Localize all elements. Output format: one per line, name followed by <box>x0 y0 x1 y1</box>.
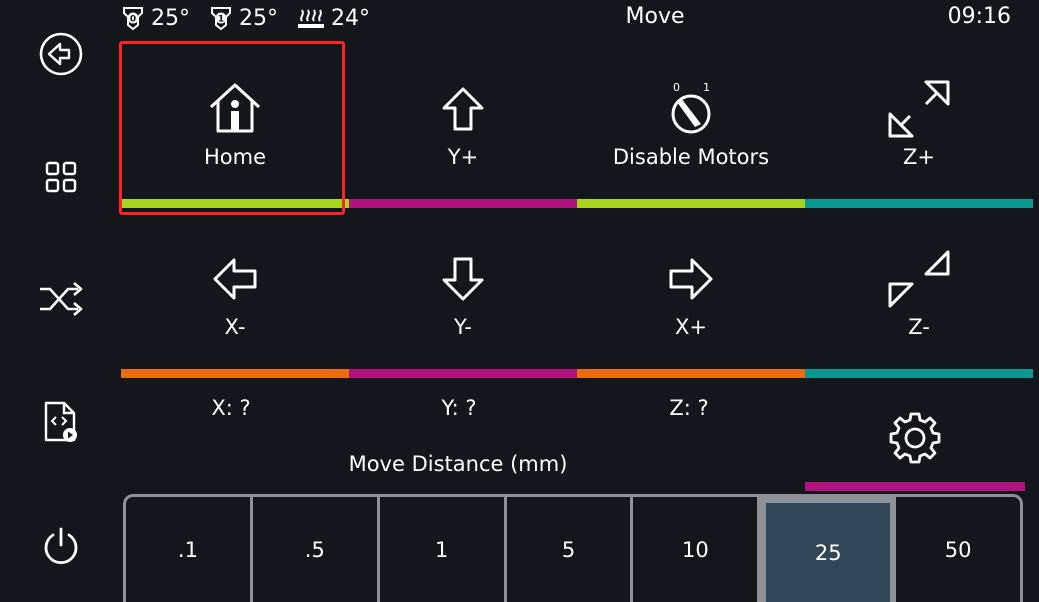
move-distance-selector: .1 .5 1 5 10 25 50 <box>123 494 1023 602</box>
x-minus-label: X- <box>224 315 246 339</box>
arrow-right-icon <box>577 257 805 301</box>
home-icon <box>121 80 349 136</box>
settings-color-bar <box>805 482 1025 491</box>
gcode-file-icon <box>42 400 80 444</box>
menu-button[interactable] <box>0 137 122 217</box>
z-minus-color-bar <box>805 369 1033 378</box>
z-minus-button[interactable]: Z- <box>805 212 1033 382</box>
y-plus-color-bar <box>349 199 577 208</box>
y-minus-label: Y- <box>454 315 472 339</box>
motor-switch-icon: 0 1 <box>577 80 805 136</box>
distance-option-10[interactable]: 10 <box>633 497 761 602</box>
z-plus-color-bar <box>805 199 1033 208</box>
x-plus-button[interactable]: X+ <box>577 212 805 382</box>
z-minus-label: Z- <box>908 315 930 339</box>
distance-option-50[interactable]: 50 <box>896 497 1020 602</box>
disable-motors-button[interactable]: 0 1 Disable Motors <box>577 42 805 212</box>
z-plus-label: Z+ <box>903 145 935 169</box>
z-down-icon <box>805 248 1033 310</box>
page-title: Move <box>625 4 685 29</box>
x-position: X: ? <box>211 396 251 420</box>
z-position: Z: ? <box>669 396 709 420</box>
x-plus-color-bar <box>577 369 805 378</box>
clock: 09:16 <box>947 4 1011 29</box>
arrow-down-icon <box>349 256 577 302</box>
home-color-bar <box>121 199 349 208</box>
y-plus-button[interactable]: Y+ <box>349 42 577 212</box>
distance-option-1[interactable]: 1 <box>380 497 507 602</box>
y-minus-color-bar <box>349 369 577 378</box>
shuffle-icon <box>38 280 84 318</box>
z-up-icon <box>805 78 1033 140</box>
disable-motors-label: Disable Motors <box>612 145 770 169</box>
home-label: Home <box>203 145 266 169</box>
y-minus-button[interactable]: Y- <box>349 212 577 382</box>
distance-option-25[interactable]: 25 <box>760 497 897 602</box>
power-button[interactable] <box>0 506 122 586</box>
x-minus-color-bar <box>121 369 349 378</box>
move-distance-label: Move Distance (mm) <box>348 452 568 476</box>
y-plus-label: Y+ <box>447 145 479 169</box>
x-minus-button[interactable]: X- <box>121 212 349 382</box>
svg-text:1: 1 <box>703 81 710 94</box>
home-button[interactable]: Home <box>121 42 349 212</box>
y-position: Y: ? <box>441 396 477 420</box>
shuffle-button[interactable] <box>0 259 122 339</box>
distance-option-5[interactable]: 5 <box>507 497 634 602</box>
arrow-left-icon <box>121 257 349 301</box>
arrow-up-icon <box>349 86 577 132</box>
x-plus-label: X+ <box>675 315 707 339</box>
settings-button[interactable] <box>805 396 1025 492</box>
back-icon <box>38 31 84 77</box>
distance-option-0.1[interactable]: .1 <box>126 497 253 602</box>
menu-grid-icon <box>44 160 78 194</box>
power-icon <box>41 526 81 566</box>
gcode-file-button[interactable] <box>0 382 122 462</box>
disable-motors-color-bar <box>577 199 805 208</box>
z-plus-button[interactable]: Z+ <box>805 42 1033 212</box>
distance-option-0.5[interactable]: .5 <box>253 497 380 602</box>
svg-text:0: 0 <box>673 81 680 94</box>
gear-icon <box>887 410 943 466</box>
